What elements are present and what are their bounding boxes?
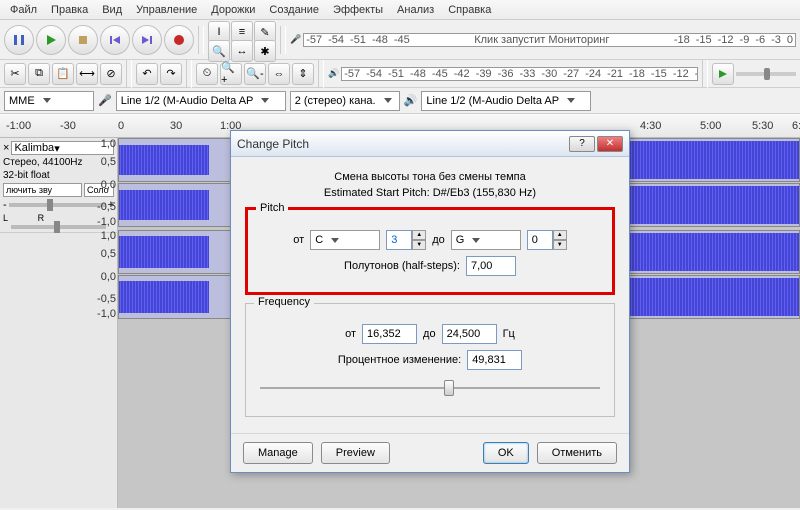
frequency-group: Frequency от до Гц Процентное изменение:: [245, 303, 615, 417]
play-speed-slider[interactable]: [736, 72, 796, 76]
input-device-combo[interactable]: Line 1/2 (M-Audio Delta AP: [116, 91, 286, 111]
sync-lock-button[interactable]: ⏲: [196, 63, 218, 85]
dialog-heading: Смена высоты тона без смены темпа: [245, 171, 615, 183]
mic-icon: 🎤: [290, 34, 301, 45]
hz-label: Гц: [503, 328, 515, 340]
close-button[interactable]: ✕: [597, 136, 623, 152]
zoom-out-button[interactable]: 🔍-: [244, 63, 266, 85]
channels-combo[interactable]: 2 (стерео) кана.: [290, 91, 400, 111]
skip-end-button[interactable]: [132, 25, 162, 55]
trim-button[interactable]: ⟷: [76, 63, 98, 85]
menu-help[interactable]: Справка: [442, 2, 497, 18]
track-close-button[interactable]: ×: [3, 142, 9, 154]
output-device-combo[interactable]: Line 1/2 (M-Audio Delta AP: [421, 91, 591, 111]
preview-button[interactable]: Preview: [321, 442, 390, 464]
copy-button[interactable]: ⧉: [28, 63, 50, 85]
freq-from-input[interactable]: [362, 324, 417, 344]
undo-button[interactable]: ↶: [136, 63, 158, 85]
from-octave-input[interactable]: [386, 230, 412, 250]
frequency-group-title: Frequency: [254, 296, 314, 308]
zoom-tool[interactable]: 🔍: [208, 40, 230, 62]
multi-tool[interactable]: ✱: [254, 40, 276, 62]
change-pitch-dialog: Change Pitch ? ✕ Смена высоты тона без с…: [230, 130, 630, 473]
cancel-button[interactable]: Отменить: [537, 442, 617, 464]
transport-toolbar: I ≡ ✎ 🔍 ↔ ✱ 🎤 -57-54-51-48-45 Клик запус…: [0, 20, 800, 60]
freq-to-input[interactable]: [442, 324, 497, 344]
estimated-pitch-label: Estimated Start Pitch: D#/Eb3 (155,830 H…: [245, 187, 615, 199]
spin-up-icon[interactable]: ▲: [412, 230, 426, 240]
pitch-group: Pitch от C ▲▼ до G ▲▼ Полутонов (half-st…: [245, 207, 615, 295]
pan-slider[interactable]: [11, 225, 106, 229]
percent-change-input[interactable]: [467, 350, 522, 370]
zoom-in-button[interactable]: 🔍+: [220, 63, 242, 85]
stop-button[interactable]: [68, 25, 98, 55]
mic-icon: 🎤: [98, 94, 112, 107]
silence-button[interactable]: ⊘: [100, 63, 122, 85]
skip-start-button[interactable]: [100, 25, 130, 55]
dialog-titlebar[interactable]: Change Pitch ? ✕: [231, 131, 629, 157]
speaker-icon: 🔊: [404, 94, 418, 107]
edit-toolbar: ✂ ⧉ 📋 ⟷ ⊘ ↶ ↷ ⏲ 🔍+ 🔍- ⇔ ⇕ 🔊 -57-54-51-48…: [0, 60, 800, 88]
menu-edit[interactable]: Правка: [45, 2, 94, 18]
menu-bar: Файл Правка Вид Управление Дорожки Созда…: [0, 0, 800, 20]
menu-effects[interactable]: Эффекты: [327, 2, 389, 18]
freq-to-label: до: [423, 328, 436, 340]
spin-down-icon[interactable]: ▼: [553, 240, 567, 250]
menu-analyze[interactable]: Анализ: [391, 2, 440, 18]
cut-button[interactable]: ✂: [4, 63, 26, 85]
menu-tracks[interactable]: Дорожки: [205, 2, 261, 18]
spin-up-icon[interactable]: ▲: [553, 230, 567, 240]
mute-button[interactable]: лючить зву: [3, 183, 82, 197]
help-button[interactable]: ?: [569, 136, 595, 152]
percent-slider[interactable]: [260, 378, 600, 398]
menu-view[interactable]: Вид: [96, 2, 128, 18]
ok-button[interactable]: OK: [483, 442, 529, 464]
recording-meter[interactable]: -57-54-51-48-45 Клик запустит Мониторинг…: [303, 33, 796, 47]
spin-down-icon[interactable]: ▼: [412, 240, 426, 250]
host-combo[interactable]: MME: [4, 91, 94, 111]
fit-project-button[interactable]: ⇕: [292, 63, 314, 85]
fit-selection-button[interactable]: ⇔: [268, 63, 290, 85]
to-label: до: [432, 234, 445, 246]
percent-change-label: Процентное изменение:: [338, 354, 461, 366]
gain-slider[interactable]: [9, 203, 106, 207]
manage-button[interactable]: Manage: [243, 442, 313, 464]
dialog-title: Change Pitch: [237, 137, 569, 151]
freq-from-label: от: [345, 328, 356, 340]
play-at-speed-button[interactable]: [712, 63, 734, 85]
from-note-combo[interactable]: C: [310, 230, 380, 250]
record-button[interactable]: [164, 25, 194, 55]
speaker-icon: 🔊: [328, 68, 339, 79]
to-octave-input[interactable]: [527, 230, 553, 250]
pause-button[interactable]: [4, 25, 34, 55]
halfsteps-label: Полутонов (half-steps):: [344, 260, 460, 272]
device-toolbar: MME 🎤 Line 1/2 (M-Audio Delta AP 2 (стер…: [0, 88, 800, 114]
timeshift-tool[interactable]: ↔: [231, 40, 253, 62]
redo-button[interactable]: ↷: [160, 63, 182, 85]
from-label: от: [293, 234, 304, 246]
to-note-combo[interactable]: G: [451, 230, 521, 250]
playback-meter[interactable]: -57-54-51-48-45-42-39-36-33-30-27-24-21-…: [341, 67, 698, 81]
halfsteps-input[interactable]: [466, 256, 516, 276]
play-button[interactable]: [36, 25, 66, 55]
menu-transport[interactable]: Управление: [130, 2, 203, 18]
paste-button[interactable]: 📋: [52, 63, 74, 85]
menu-file[interactable]: Файл: [4, 2, 43, 18]
pitch-group-title: Pitch: [256, 202, 288, 214]
menu-generate[interactable]: Создание: [263, 2, 325, 18]
